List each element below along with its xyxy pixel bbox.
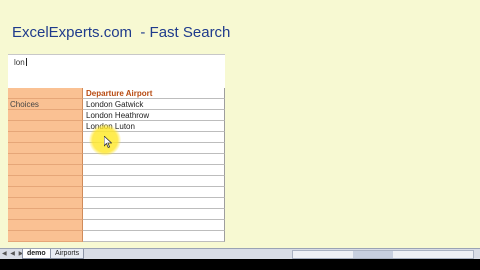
result-cell[interactable]: London Heathrow — [83, 110, 225, 121]
search-input[interactable]: lon — [8, 54, 225, 89]
side-cell[interactable] — [8, 209, 83, 220]
table-row — [8, 154, 226, 165]
side-cell[interactable] — [8, 165, 83, 176]
result-cell[interactable] — [83, 220, 225, 231]
table-row — [8, 220, 226, 231]
table-row — [8, 198, 226, 209]
header-cell-blank[interactable] — [8, 88, 83, 99]
scrollbar-thumb[interactable] — [353, 251, 393, 258]
text-caret — [25, 58, 27, 66]
result-cell[interactable] — [83, 165, 225, 176]
column-header-departure[interactable]: Departure Airport — [83, 88, 225, 99]
page-title: ExcelExperts.com - Fast Search — [12, 24, 231, 41]
result-cell[interactable] — [83, 231, 225, 242]
side-cell[interactable] — [8, 154, 83, 165]
side-cell[interactable] — [8, 187, 83, 198]
result-cell[interactable]: London Gatwick — [83, 99, 225, 110]
side-cell[interactable] — [8, 143, 83, 154]
mouse-pointer-icon — [104, 136, 112, 148]
worksheet-area: ExcelExperts.com - Fast Search lon Depar… — [0, 0, 480, 248]
table-row — [8, 187, 226, 198]
horizontal-scrollbar[interactable] — [292, 250, 474, 259]
table-row — [8, 209, 226, 220]
letterbox-bar — [0, 259, 480, 270]
results-grid: Departure Airport Choices London Gatwick… — [8, 88, 226, 248]
result-cell[interactable] — [83, 198, 225, 209]
side-cell[interactable] — [8, 220, 83, 231]
table-row: Choices London Gatwick — [8, 99, 226, 110]
side-cell[interactable] — [8, 198, 83, 209]
result-cell[interactable] — [83, 187, 225, 198]
side-cell[interactable] — [8, 121, 83, 132]
result-cell[interactable] — [83, 176, 225, 187]
table-row — [8, 165, 226, 176]
table-row — [8, 231, 226, 242]
header-row: Departure Airport — [8, 88, 226, 99]
choices-label[interactable]: Choices — [8, 99, 83, 110]
table-row — [8, 176, 226, 187]
side-cell[interactable] — [8, 110, 83, 121]
side-cell[interactable] — [8, 132, 83, 143]
result-cell[interactable] — [83, 209, 225, 220]
side-cell[interactable] — [8, 176, 83, 187]
sheet-tab-demo[interactable]: demo — [22, 249, 51, 259]
search-input-text: lon — [14, 58, 27, 67]
side-cell[interactable] — [8, 231, 83, 242]
table-row: London Heathrow — [8, 110, 226, 121]
sheet-tab-airports[interactable]: Airports — [50, 249, 85, 259]
sheet-tab-bar: ◀ ◀ ▶ ▶ demo Airports — [0, 248, 480, 259]
